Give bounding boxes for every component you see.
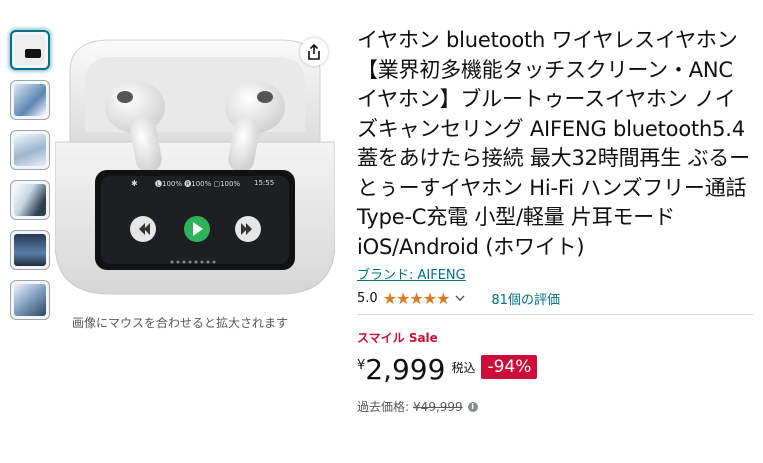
thumbnail-image (14, 184, 46, 216)
thumbnail-3[interactable] (10, 130, 50, 170)
sale-label: スマイル Sale (357, 331, 438, 345)
was-price-row: 過去価格: ¥49,999 i (357, 398, 753, 415)
thumbnail-image (14, 234, 46, 266)
thumbnail-list (10, 30, 54, 330)
thumbnail-5[interactable] (10, 230, 50, 270)
thumbnail-image (14, 84, 46, 116)
currency-symbol: ¥ (357, 358, 366, 373)
thumbnail-6[interactable] (10, 280, 50, 320)
star-rating-icon[interactable]: ★★★★★ (383, 289, 451, 308)
chevron-down-icon[interactable] (455, 293, 465, 303)
product-title: イヤホン bluetooth ワイヤレスイヤホン【業界初多機能タッチスクリーン・… (357, 28, 750, 259)
product-info-panel: イヤホン bluetooth ワイヤレスイヤホン【業界初多機能タッチスクリーン・… (357, 26, 753, 415)
was-price-label: 過去価格: (357, 400, 410, 414)
main-product-image[interactable]: ✱ 🅛100% 🅡100% ▢100% 15:55 (54, 32, 336, 302)
was-price-value: ¥49,999 (413, 399, 463, 414)
case-screen-time: 15:55 (254, 179, 275, 187)
price-row: ¥ 2,999 税込 -94% (357, 354, 753, 392)
thumbnail-image (15, 35, 45, 65)
thumbnail-image (14, 134, 46, 166)
brand-link[interactable]: ブランド: AIFENG (357, 264, 753, 283)
earbuds-case-illustration (54, 39, 336, 295)
info-icon[interactable]: i (467, 401, 478, 412)
price-value: 2,999 (365, 353, 446, 386)
divider (357, 314, 753, 315)
case-screen-status: 🅛100% 🅡100% ▢100% (155, 180, 241, 188)
zoom-hint-text: 画像にマウスを合わせると拡大されます (72, 316, 289, 330)
thumbnail-image (14, 284, 46, 316)
share-button[interactable] (300, 38, 328, 66)
thumbnail-4[interactable] (10, 180, 50, 220)
rating-row: 5.0 ★★★★★ 81個の評価 (357, 288, 753, 308)
thumbnail-1[interactable] (10, 30, 50, 70)
case-screen-bt-icon: ✱ (131, 179, 138, 188)
tax-label: 税込 (451, 361, 476, 375)
thumbnail-2[interactable] (10, 80, 50, 120)
reviews-link[interactable]: 81個の評価 (491, 289, 560, 308)
discount-badge: -94% (481, 355, 538, 379)
rating-value: 5.0 (357, 290, 378, 306)
share-icon (308, 44, 320, 60)
